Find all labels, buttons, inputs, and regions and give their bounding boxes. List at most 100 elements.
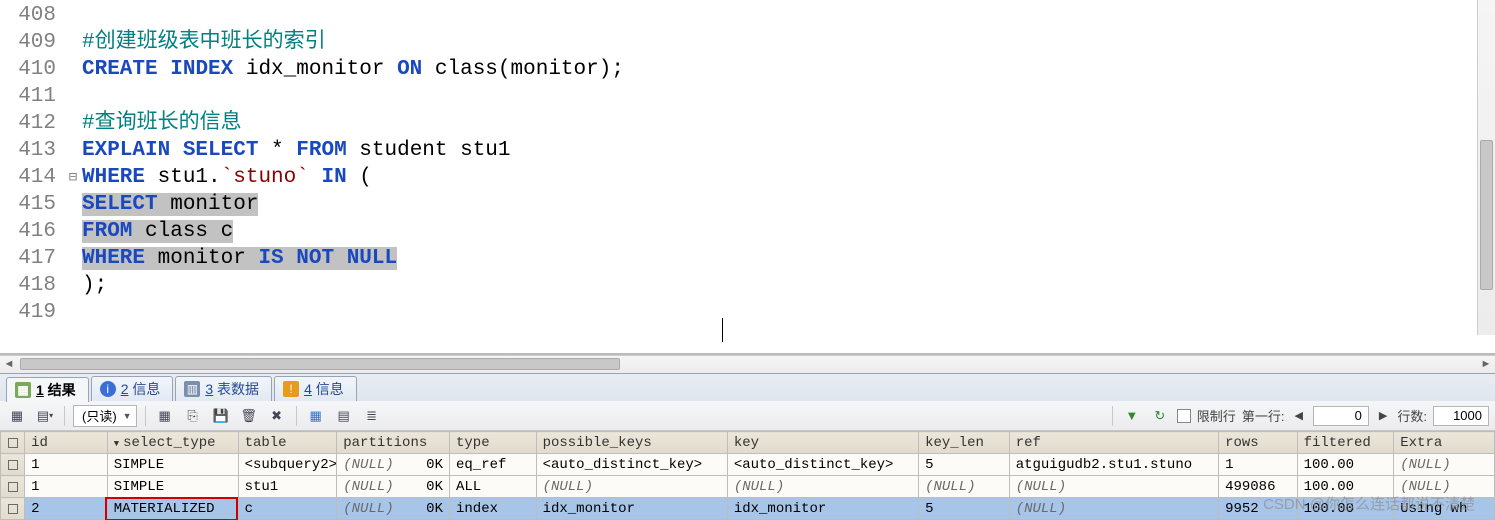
table-row[interactable]: 2MATERIALIZEDc(NULL)0Kindexidx_monitorid… — [1, 498, 1495, 520]
col-Extra[interactable]: Extra — [1394, 432, 1495, 454]
cell-type[interactable]: eq_ref — [449, 454, 536, 476]
grid-export-icon[interactable]: ▦ — [6, 405, 28, 427]
text-caret — [722, 318, 723, 342]
cell-select_type[interactable]: SIMPLE — [107, 454, 238, 476]
cell-key_len[interactable]: 5 — [919, 454, 1010, 476]
cell-rows[interactable]: 1 — [1219, 454, 1298, 476]
cell-partitions[interactable]: (NULL)0K — [337, 476, 450, 498]
row-marker[interactable] — [1, 454, 25, 476]
col-filtered[interactable]: filtered — [1297, 432, 1394, 454]
cell-select_type[interactable]: MATERIALIZED — [107, 498, 238, 520]
row-marker[interactable] — [1, 476, 25, 498]
cell-type[interactable]: index — [449, 498, 536, 520]
cell-partitions[interactable]: (NULL)0K — [337, 498, 450, 520]
scroll-left-icon[interactable]: ◄ — [2, 358, 16, 370]
tab-2[interactable]: i2 信息 — [91, 376, 174, 401]
nav-first-icon[interactable]: ◀ — [1290, 409, 1306, 422]
duplicate-row-icon[interactable]: ⎘ — [182, 405, 204, 427]
cell-select_type[interactable]: SIMPLE — [107, 476, 238, 498]
grid-options-icon[interactable]: ▤▾ — [34, 405, 56, 427]
filter-icon[interactable]: ▼ — [1121, 405, 1143, 427]
save-icon[interactable]: 💾 — [210, 405, 232, 427]
limit-rows-checkbox[interactable] — [1177, 409, 1191, 423]
limit-rows-label: 限制行 — [1197, 406, 1236, 425]
icn-tbl: ▥ — [184, 381, 200, 397]
cell-filtered[interactable]: 100.00 — [1297, 454, 1394, 476]
cell-ref[interactable]: atguigudb2.stu1.stuno — [1009, 454, 1218, 476]
cell-table[interactable]: stu1 — [238, 476, 337, 498]
cell-ref[interactable]: (NULL) — [1009, 498, 1218, 520]
cell-rows[interactable]: 499086 — [1219, 476, 1298, 498]
cell-key[interactable]: (NULL) — [727, 476, 918, 498]
table-row[interactable]: 1SIMPLEstu1(NULL)0KALL(NULL)(NULL)(NULL)… — [1, 476, 1495, 498]
chevron-down-icon: ▼ — [123, 411, 132, 421]
cell-type[interactable]: ALL — [449, 476, 536, 498]
tab-3[interactable]: ▥ 3 表数据 — [175, 376, 272, 401]
tab-label: 3 表数据 — [205, 379, 259, 399]
cell-table[interactable]: <subquery2> — [238, 454, 337, 476]
edit-mode-combo[interactable]: (只读) ▼ — [73, 405, 137, 427]
tab-1[interactable]: ▦ 1 结果 — [6, 377, 89, 402]
code-area[interactable]: #创建班级表中班长的索引CREATE INDEX idx_monitor ON … — [82, 0, 1495, 353]
cell-ref[interactable]: (NULL) — [1009, 476, 1218, 498]
row-marker[interactable] — [1, 498, 25, 520]
cell-partitions[interactable]: (NULL)0K — [337, 454, 450, 476]
tab-4[interactable]: ! 4 信息 — [274, 376, 357, 401]
cell-id[interactable]: 2 — [25, 498, 108, 520]
icn-warn: ! — [283, 381, 299, 397]
scroll-right-icon[interactable]: ► — [1479, 358, 1493, 370]
cell-rows[interactable]: 9952 — [1219, 498, 1298, 520]
add-row-icon[interactable]: ▦ — [154, 405, 176, 427]
cancel-icon[interactable]: ✖ — [266, 405, 288, 427]
cell-filtered[interactable]: 100.00 — [1297, 476, 1394, 498]
view-text-icon[interactable]: ≣ — [361, 405, 383, 427]
cell-key_len[interactable]: (NULL) — [919, 476, 1010, 498]
view-form-icon[interactable]: ▤ — [333, 405, 355, 427]
col-id[interactable]: id — [25, 432, 108, 454]
col-key_len[interactable]: key_len — [919, 432, 1010, 454]
col-rows[interactable]: rows — [1219, 432, 1298, 454]
delete-icon[interactable]: 🗑 — [238, 405, 260, 427]
tab-label: 1 结果 — [36, 380, 76, 400]
h-scroll-thumb[interactable] — [20, 358, 620, 370]
cell-possible_keys[interactable]: idx_monitor — [536, 498, 727, 520]
cell-id[interactable]: 1 — [25, 454, 108, 476]
horizontal-scrollbar[interactable]: ◄ ► — [0, 355, 1495, 373]
col-select_type[interactable]: select_type — [107, 432, 238, 454]
v-scroll-thumb[interactable] — [1480, 140, 1493, 290]
cell-possible_keys[interactable]: <auto_distinct_key> — [536, 454, 727, 476]
icn-info: i — [100, 381, 116, 397]
tab-label: 4 信息 — [304, 379, 344, 399]
rows-count-input[interactable] — [1433, 406, 1489, 426]
col-table[interactable]: table — [238, 432, 337, 454]
col-possible_keys[interactable]: possible_keys — [536, 432, 727, 454]
cell-table[interactable]: c — [238, 498, 337, 520]
cell-Extra[interactable]: Using wh — [1394, 498, 1495, 520]
table-row[interactable]: 1SIMPLE<subquery2>(NULL)0Keq_ref<auto_di… — [1, 454, 1495, 476]
cell-key[interactable]: <auto_distinct_key> — [727, 454, 918, 476]
cell-key[interactable]: idx_monitor — [727, 498, 918, 520]
corner-cell[interactable] — [1, 432, 25, 454]
cell-id[interactable]: 1 — [25, 476, 108, 498]
refresh-icon[interactable]: ↻ — [1149, 405, 1171, 427]
cell-filtered[interactable]: 100.00 — [1297, 498, 1394, 520]
vertical-scrollbar[interactable] — [1477, 0, 1495, 335]
first-row-input[interactable] — [1313, 406, 1369, 426]
col-type[interactable]: type — [449, 432, 536, 454]
results-grid[interactable]: idselect_typetablepartitionstypepossible… — [0, 431, 1495, 520]
results-toolbar: ▦ ▤▾ (只读) ▼ ▦ ⎘ 💾 🗑 ✖ ▦ ▤ ≣ ▼ ↻ 限制行 第一行: — [0, 401, 1495, 431]
col-key[interactable]: key — [727, 432, 918, 454]
view-grid-icon[interactable]: ▦ — [305, 405, 327, 427]
code-editor[interactable]: 408409410411412413414415416417418419 ⊟ #… — [0, 0, 1495, 355]
edit-mode-label: (只读) — [82, 406, 117, 425]
first-row-label: 第一行: — [1242, 406, 1285, 425]
cell-Extra[interactable]: (NULL) — [1394, 454, 1495, 476]
fold-column[interactable]: ⊟ — [64, 0, 82, 353]
cell-possible_keys[interactable]: (NULL) — [536, 476, 727, 498]
nav-last-icon[interactable]: ▶ — [1375, 409, 1391, 422]
cell-key_len[interactable]: 5 — [919, 498, 1010, 520]
icn-grid: ▦ — [15, 382, 31, 398]
cell-Extra[interactable]: (NULL) — [1394, 476, 1495, 498]
col-partitions[interactable]: partitions — [337, 432, 450, 454]
col-ref[interactable]: ref — [1009, 432, 1218, 454]
